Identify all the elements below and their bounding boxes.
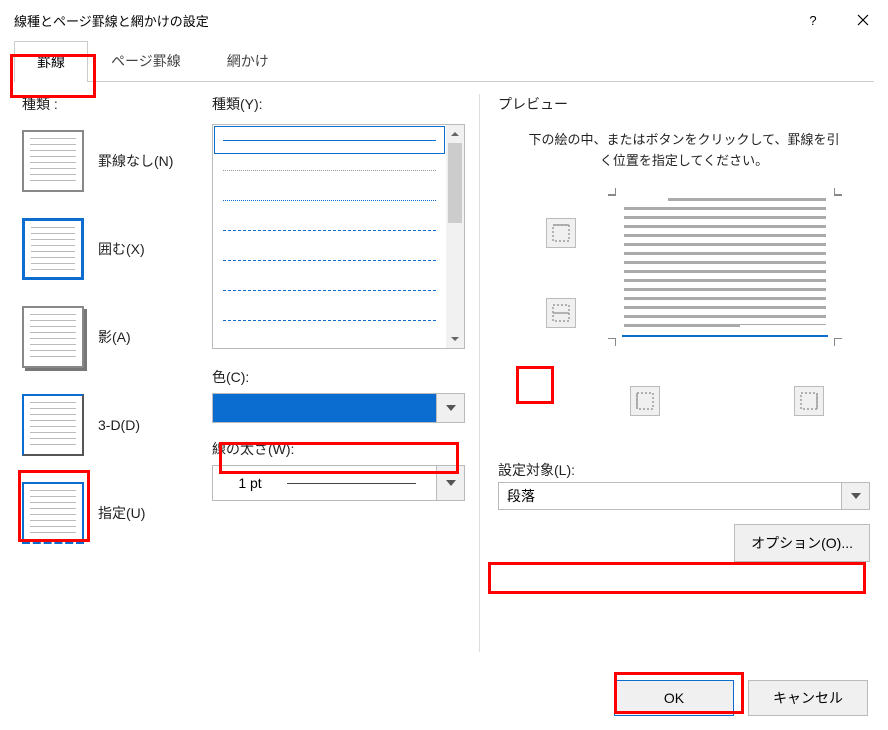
color-dropdown[interactable] bbox=[212, 393, 465, 423]
apply-to-value: 段落 bbox=[507, 486, 841, 506]
color-swatch bbox=[213, 394, 436, 422]
preview-page[interactable] bbox=[610, 190, 840, 340]
style-dash-short[interactable] bbox=[213, 215, 446, 245]
preview-hint: 下の絵の中、またはボタンをクリックして、罫線を引く位置を指定してください。 bbox=[498, 116, 870, 190]
preview-area bbox=[498, 190, 870, 400]
preset-3d[interactable]: 3-D(D) bbox=[22, 394, 212, 456]
tab-border[interactable]: 罫線 bbox=[14, 41, 88, 82]
color-dropdown-button[interactable] bbox=[436, 394, 464, 422]
preset-custom-label: 指定(U) bbox=[98, 503, 145, 523]
style-solid[interactable] bbox=[213, 125, 446, 155]
style-sparse-dot[interactable] bbox=[213, 155, 446, 185]
style-dashdot[interactable] bbox=[213, 275, 446, 305]
chevron-down-icon bbox=[446, 480, 456, 486]
color-label: 色(C): bbox=[212, 367, 465, 387]
ok-button[interactable]: OK bbox=[614, 680, 734, 716]
help-button[interactable]: ? bbox=[788, 0, 838, 40]
style-dash[interactable] bbox=[213, 245, 446, 275]
border-inside-icon bbox=[552, 304, 570, 322]
width-value: 1 pt bbox=[213, 475, 287, 491]
width-dropdown-button[interactable] bbox=[436, 466, 464, 500]
chevron-down-icon bbox=[851, 493, 861, 499]
chevron-down-icon bbox=[446, 405, 456, 411]
preset-none[interactable]: 罫線なし(N) bbox=[22, 130, 212, 192]
preset-3d-label: 3-D(D) bbox=[98, 417, 140, 433]
cancel-button[interactable]: キャンセル bbox=[748, 680, 868, 716]
style-list[interactable] bbox=[212, 124, 465, 349]
style-label: 種類(Y): bbox=[212, 94, 465, 114]
preset-custom[interactable]: 指定(U) bbox=[22, 482, 212, 544]
scroll-thumb[interactable] bbox=[448, 143, 462, 223]
close-button[interactable] bbox=[838, 0, 888, 40]
edge-top-button[interactable] bbox=[546, 218, 576, 248]
tab-page-border[interactable]: ページ罫線 bbox=[88, 40, 204, 81]
preset-shadow[interactable]: 影(A) bbox=[22, 306, 212, 368]
scroll-up-icon[interactable] bbox=[446, 125, 464, 143]
preset-box[interactable]: 囲む(X) bbox=[22, 218, 212, 280]
preset-shadow-label: 影(A) bbox=[98, 327, 131, 347]
apply-dropdown-button[interactable] bbox=[841, 483, 869, 509]
preset-shadow-icon bbox=[22, 306, 84, 368]
apply-label: 設定対象(L): bbox=[498, 460, 870, 480]
style-scrollbar[interactable] bbox=[446, 125, 464, 348]
border-top-icon bbox=[552, 224, 570, 242]
width-dropdown[interactable]: 1 pt bbox=[212, 465, 465, 501]
edge-right-button[interactable] bbox=[794, 386, 824, 416]
border-left-icon bbox=[636, 392, 654, 410]
preset-box-icon bbox=[22, 218, 84, 280]
width-label: 線の太さ(W): bbox=[212, 439, 465, 459]
close-icon bbox=[857, 14, 869, 26]
apply-to-dropdown[interactable]: 段落 bbox=[498, 482, 870, 510]
edge-middle-button[interactable] bbox=[546, 298, 576, 328]
preset-3d-icon bbox=[22, 394, 84, 456]
tab-shading[interactable]: 網かけ bbox=[204, 40, 292, 81]
edge-left-button[interactable] bbox=[630, 386, 660, 416]
presets-label: 種類 : bbox=[22, 94, 212, 114]
preset-box-label: 囲む(X) bbox=[98, 239, 145, 259]
style-dashlong[interactable] bbox=[213, 305, 446, 335]
border-right-icon bbox=[800, 392, 818, 410]
style-dot[interactable] bbox=[213, 185, 446, 215]
preview-bottom-border bbox=[622, 335, 828, 337]
preset-none-label: 罫線なし(N) bbox=[98, 151, 173, 171]
options-button[interactable]: オプション(O)... bbox=[734, 524, 870, 562]
help-icon: ? bbox=[809, 13, 816, 28]
preview-label: プレビュー bbox=[498, 94, 870, 114]
preset-none-icon bbox=[22, 130, 84, 192]
scroll-down-icon[interactable] bbox=[446, 330, 464, 348]
dialog-title: 線種とページ罫線と網かけの設定 bbox=[14, 11, 209, 30]
preset-custom-icon bbox=[22, 482, 84, 544]
